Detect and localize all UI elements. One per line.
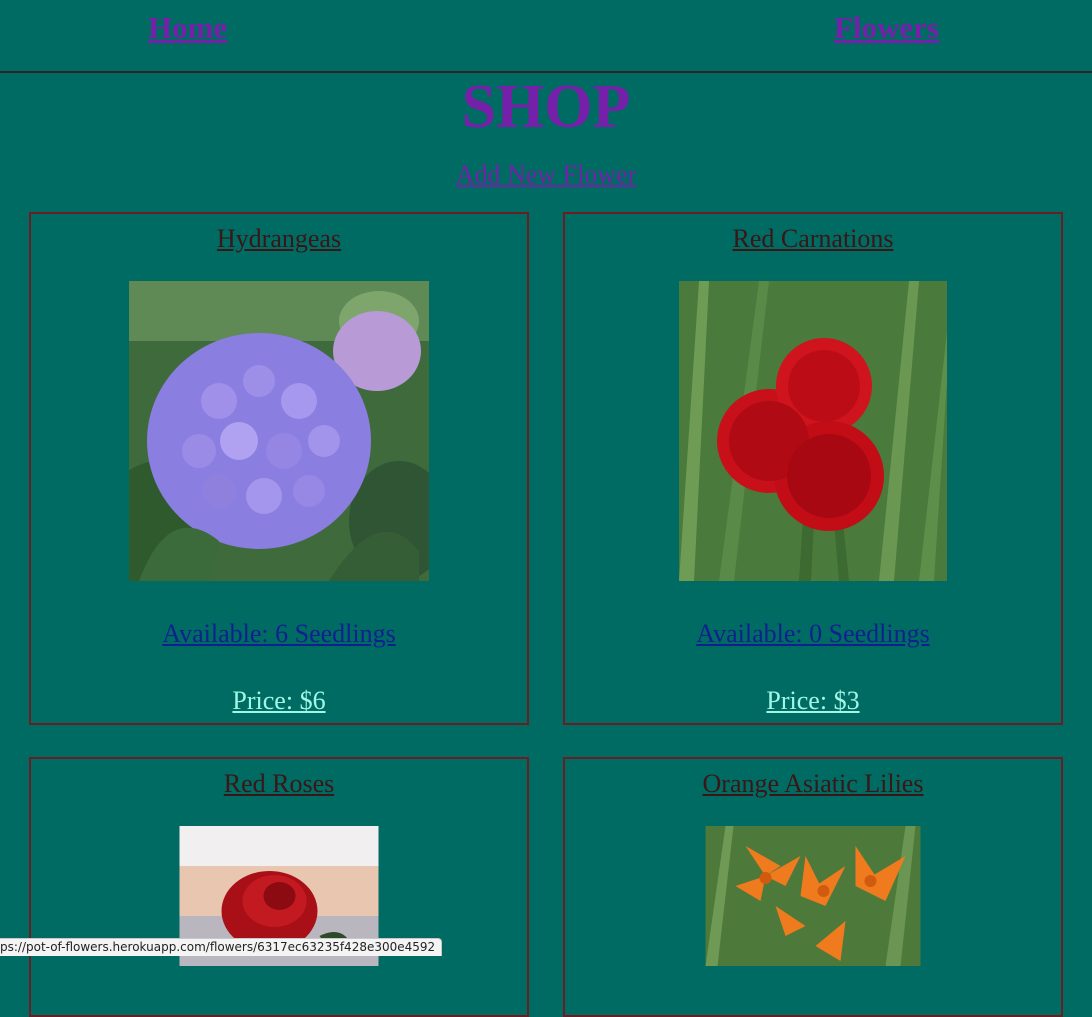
orange-lily-image[interactable] [705, 826, 921, 966]
red-carnation-image[interactable] [679, 281, 947, 581]
flower-name-link[interactable]: Orange Asiatic Lilies [565, 769, 1061, 799]
flower-card-hydrangeas: Hydrangeas Available: 6 Seedlings Price:… [29, 212, 529, 725]
page-title: SHOP [461, 73, 631, 141]
flower-card-orange-asiatic-lilies: Orange Asiatic Lilies [563, 757, 1063, 1017]
flower-name-link[interactable]: Hydrangeas [31, 224, 527, 254]
price-link[interactable]: Price: $6 [31, 686, 527, 716]
flower-card-red-carnations: Red Carnations Available: 0 Seedlings Pr… [563, 212, 1063, 725]
flower-card-red-roses: Red Roses [29, 757, 529, 1017]
top-nav: Home Flowers [0, 0, 1092, 73]
price-link[interactable]: Price: $3 [565, 686, 1061, 716]
availability-link[interactable]: Available: 6 Seedlings [31, 619, 527, 649]
nav-home-link[interactable]: Home [148, 10, 227, 46]
nav-flowers-link[interactable]: Flowers [834, 10, 939, 46]
browser-status-bar: ps://pot-of-flowers.herokuapp.com/flower… [0, 938, 443, 956]
add-new-flower-link[interactable]: Add New Flower [456, 160, 637, 189]
flower-name-link[interactable]: Red Roses [31, 769, 527, 799]
add-flower-container: Add New Flower [0, 160, 1092, 190]
hydrangea-image[interactable] [129, 281, 429, 581]
flower-name-link[interactable]: Red Carnations [565, 224, 1061, 254]
availability-link[interactable]: Available: 0 Seedlings [565, 619, 1061, 649]
